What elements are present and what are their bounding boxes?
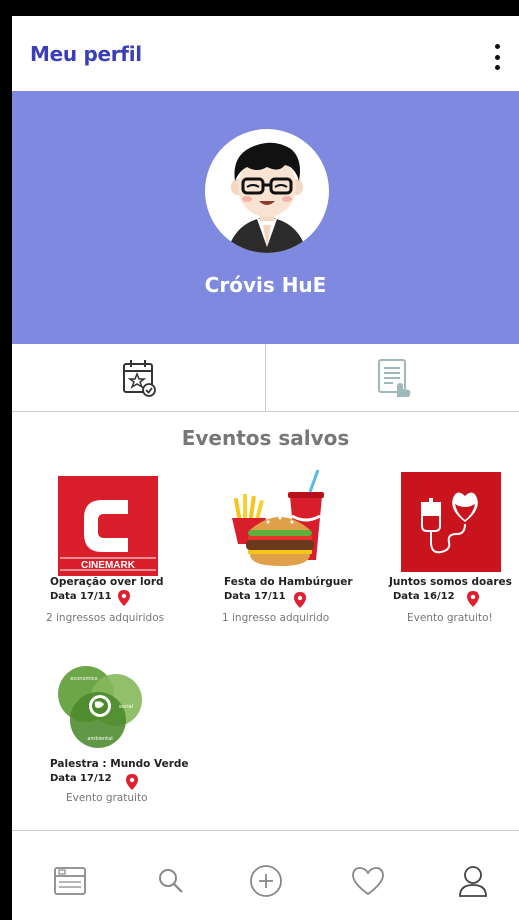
nav-profile[interactable] (453, 861, 493, 901)
tab-events[interactable] (12, 344, 265, 411)
event-name: Juntos somos doares (389, 576, 512, 588)
top-bar: Meu perfil (12, 16, 519, 91)
profile-tabs (12, 344, 519, 412)
svg-text:economico: economico (70, 676, 97, 682)
event-card[interactable]: economico social ambiental Palestra : Mu… (50, 656, 220, 806)
nav-feed[interactable] (50, 861, 90, 901)
event-card[interactable]: Juntos somos doares Data 16/12 Evento gr… (389, 472, 517, 636)
calendar-star-icon (122, 359, 156, 397)
heart-icon (352, 867, 384, 896)
event-name: Festa do Hambúrguer (224, 576, 353, 588)
more-vertical-icon[interactable] (487, 42, 507, 72)
location-pin-icon[interactable] (294, 592, 306, 608)
event-info: 1 ingresso adquirido (222, 612, 330, 624)
event-date: Data 16/12 (393, 591, 455, 602)
page-title: Meu perfil (30, 42, 142, 66)
event-info: Evento gratuito! (407, 612, 493, 624)
event-info: Evento gratuito (66, 792, 148, 804)
event-card[interactable]: Festa do Hambúrguer Data 17/11 1 ingress… (222, 468, 392, 636)
sustainability-venn-icon: economico social ambiental (58, 666, 142, 748)
event-date: Data 17/12 (50, 773, 112, 784)
location-pin-icon[interactable] (467, 591, 479, 607)
saved-events-title: Eventos salvos (181, 426, 350, 450)
event-name: Operação over lord (50, 576, 164, 588)
event-date: Data 17/11 (50, 591, 112, 602)
svg-text:social: social (119, 704, 133, 710)
nav-favorites[interactable] (348, 861, 388, 901)
avatar-cartoon-icon[interactable] (205, 129, 329, 253)
event-date: Data 17/11 (224, 591, 286, 602)
profile-banner: Cróvis HuE (12, 91, 519, 344)
search-icon (159, 869, 183, 893)
profile-name: Cróvis HuE (204, 273, 327, 297)
event-card[interactable]: CINEMARK Operação over lord Data 17/11 2… (46, 476, 220, 636)
cinemark-logo-icon: CINEMARK (58, 476, 158, 576)
bottom-nav (12, 830, 519, 920)
event-info: 2 ingressos adquiridos (46, 612, 165, 624)
location-pin-icon[interactable] (118, 590, 130, 606)
burger-fries-soda-icon (232, 469, 324, 566)
app-screen: Meu perfil Cróvis HuE Eventos salvos CIN… (12, 16, 519, 920)
nav-add[interactable] (246, 861, 286, 901)
blood-donation-icon (401, 472, 501, 572)
feed-icon (54, 867, 86, 895)
event-name: Palestra : Mundo Verde (50, 758, 189, 770)
svg-text:ambiental: ambiental (87, 736, 112, 742)
user-icon (459, 866, 487, 897)
add-circle-icon (250, 865, 282, 897)
svg-text:CINEMARK: CINEMARK (81, 560, 136, 571)
document-touch-icon (377, 358, 410, 397)
tab-documents[interactable] (265, 344, 519, 411)
location-pin-icon[interactable] (126, 774, 138, 790)
nav-search[interactable] (151, 861, 191, 901)
